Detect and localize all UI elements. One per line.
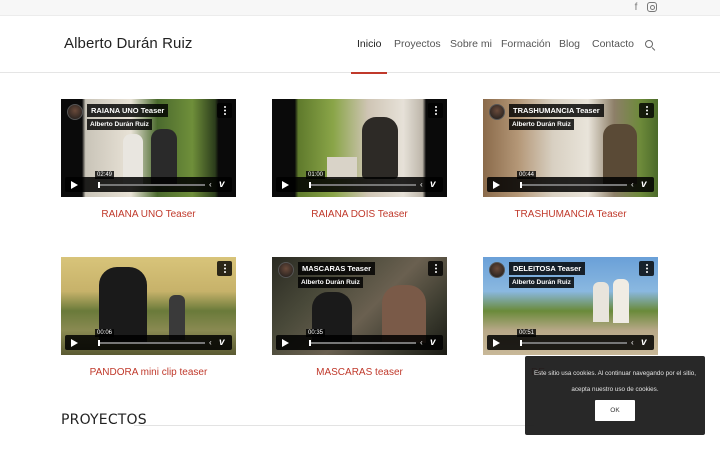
more-options-icon[interactable] bbox=[428, 261, 443, 276]
video-author[interactable]: Alberto Durán Ruiz bbox=[509, 277, 574, 288]
chevron-left-icon[interactable]: ‹ bbox=[209, 180, 212, 189]
video-author[interactable]: Alberto Durán Ruiz bbox=[509, 119, 574, 130]
cookie-accept-button[interactable]: OK bbox=[595, 400, 635, 421]
vimeo-icon[interactable]: v bbox=[641, 179, 647, 190]
video-caption-link[interactable]: MASCARAS teaser bbox=[272, 367, 447, 378]
channel-avatar[interactable] bbox=[489, 104, 505, 120]
cookie-message: Este sitio usa cookies. Al continuar nav… bbox=[533, 370, 697, 393]
video-player[interactable]: 00:06 ‹ v bbox=[61, 257, 236, 355]
nav-item-inicio[interactable]: Inicio bbox=[357, 38, 382, 50]
nav-item-proyectos[interactable]: Proyectos bbox=[394, 38, 441, 50]
video-controls: ‹ v bbox=[487, 335, 654, 350]
video-author[interactable]: Alberto Durán Ruiz bbox=[87, 119, 152, 130]
video-title[interactable]: TRASHUMANCIA Teaser bbox=[509, 104, 604, 117]
play-icon[interactable] bbox=[71, 180, 78, 189]
video-title[interactable]: DELEITOSA Teaser bbox=[509, 262, 586, 275]
channel-avatar[interactable] bbox=[278, 262, 294, 278]
search-icon[interactable] bbox=[645, 40, 653, 48]
video-player[interactable]: TRASHUMANCIA Teaser Alberto Durán Ruiz 0… bbox=[483, 99, 658, 197]
more-options-icon[interactable] bbox=[428, 103, 443, 118]
video-card: RAIANA UNO Teaser Alberto Durán Ruiz 02:… bbox=[61, 99, 236, 220]
cookie-banner: Este sitio usa cookies. Al continuar nav… bbox=[525, 356, 705, 435]
progress-bar[interactable] bbox=[309, 182, 416, 188]
progress-bar[interactable] bbox=[98, 182, 205, 188]
section-divider bbox=[134, 425, 534, 426]
site-header: Alberto Durán Ruiz Inicio Proyectos Sobr… bbox=[0, 16, 720, 74]
play-icon[interactable] bbox=[493, 338, 500, 347]
video-caption-link[interactable]: TRASHUMANCIA Teaser bbox=[483, 209, 658, 220]
more-options-icon[interactable] bbox=[639, 103, 654, 118]
nav-item-contacto[interactable]: Contacto bbox=[592, 38, 634, 50]
progress-bar[interactable] bbox=[98, 340, 205, 346]
chevron-left-icon[interactable]: ‹ bbox=[209, 338, 212, 347]
progress-bar[interactable] bbox=[520, 340, 627, 346]
channel-avatar[interactable] bbox=[67, 104, 83, 120]
vimeo-icon[interactable]: v bbox=[430, 337, 436, 348]
video-card: 01:00 ‹ v RAIANA DOIS Teaser bbox=[272, 99, 447, 220]
chevron-left-icon[interactable]: ‹ bbox=[631, 180, 634, 189]
video-player[interactable]: MASCARAS Teaser Alberto Durán Ruiz 00:35… bbox=[272, 257, 447, 355]
video-card: DELEITOSA Teaser Alberto Durán Ruiz 00:5… bbox=[483, 257, 658, 378]
facebook-icon[interactable]: f bbox=[630, 2, 642, 14]
video-caption-link[interactable]: RAIANA DOIS Teaser bbox=[272, 209, 447, 220]
chevron-left-icon[interactable]: ‹ bbox=[631, 338, 634, 347]
video-title[interactable]: MASCARAS Teaser bbox=[298, 262, 376, 275]
video-controls: ‹ v bbox=[65, 335, 232, 350]
channel-avatar[interactable] bbox=[489, 262, 505, 278]
play-icon[interactable] bbox=[493, 180, 500, 189]
video-author[interactable]: Alberto Durán Ruiz bbox=[298, 277, 363, 288]
instagram-icon[interactable] bbox=[647, 2, 657, 12]
video-caption-link[interactable]: RAIANA UNO Teaser bbox=[61, 209, 236, 220]
play-icon[interactable] bbox=[282, 180, 289, 189]
vimeo-icon[interactable]: v bbox=[219, 179, 225, 190]
video-player[interactable]: RAIANA UNO Teaser Alberto Durán Ruiz 02:… bbox=[61, 99, 236, 197]
vimeo-icon[interactable]: v bbox=[641, 337, 647, 348]
video-player[interactable]: DELEITOSA Teaser Alberto Durán Ruiz 00:5… bbox=[483, 257, 658, 355]
video-controls: ‹ v bbox=[65, 177, 232, 192]
video-controls: ‹ v bbox=[276, 335, 443, 350]
more-options-icon[interactable] bbox=[217, 103, 232, 118]
play-icon[interactable] bbox=[71, 338, 78, 347]
video-title[interactable]: RAIANA UNO Teaser bbox=[87, 104, 169, 117]
video-card: MASCARAS Teaser Alberto Durán Ruiz 00:35… bbox=[272, 257, 447, 378]
video-caption-link[interactable]: PANDORA mini clip teaser bbox=[61, 367, 236, 378]
more-options-icon[interactable] bbox=[217, 261, 232, 276]
video-card: TRASHUMANCIA Teaser Alberto Durán Ruiz 0… bbox=[483, 99, 658, 220]
nav-item-blog[interactable]: Blog bbox=[559, 38, 580, 50]
play-icon[interactable] bbox=[282, 338, 289, 347]
top-bar: f bbox=[0, 0, 720, 16]
active-nav-indicator bbox=[351, 72, 387, 74]
nav-item-formacion[interactable]: Formación bbox=[501, 38, 551, 50]
video-player[interactable]: 01:00 ‹ v bbox=[272, 99, 447, 197]
video-controls: ‹ v bbox=[276, 177, 443, 192]
more-options-icon[interactable] bbox=[639, 261, 654, 276]
progress-bar[interactable] bbox=[520, 182, 627, 188]
video-controls: ‹ v bbox=[487, 177, 654, 192]
progress-bar[interactable] bbox=[309, 340, 416, 346]
vimeo-icon[interactable]: v bbox=[430, 179, 436, 190]
video-card: 00:06 ‹ v PANDORA mini clip teaser bbox=[61, 257, 236, 378]
chevron-left-icon[interactable]: ‹ bbox=[420, 180, 423, 189]
vimeo-icon[interactable]: v bbox=[219, 337, 225, 348]
site-logo[interactable]: Alberto Durán Ruiz bbox=[64, 35, 193, 52]
nav-item-sobre-mi[interactable]: Sobre mi bbox=[450, 38, 492, 50]
chevron-left-icon[interactable]: ‹ bbox=[420, 338, 423, 347]
